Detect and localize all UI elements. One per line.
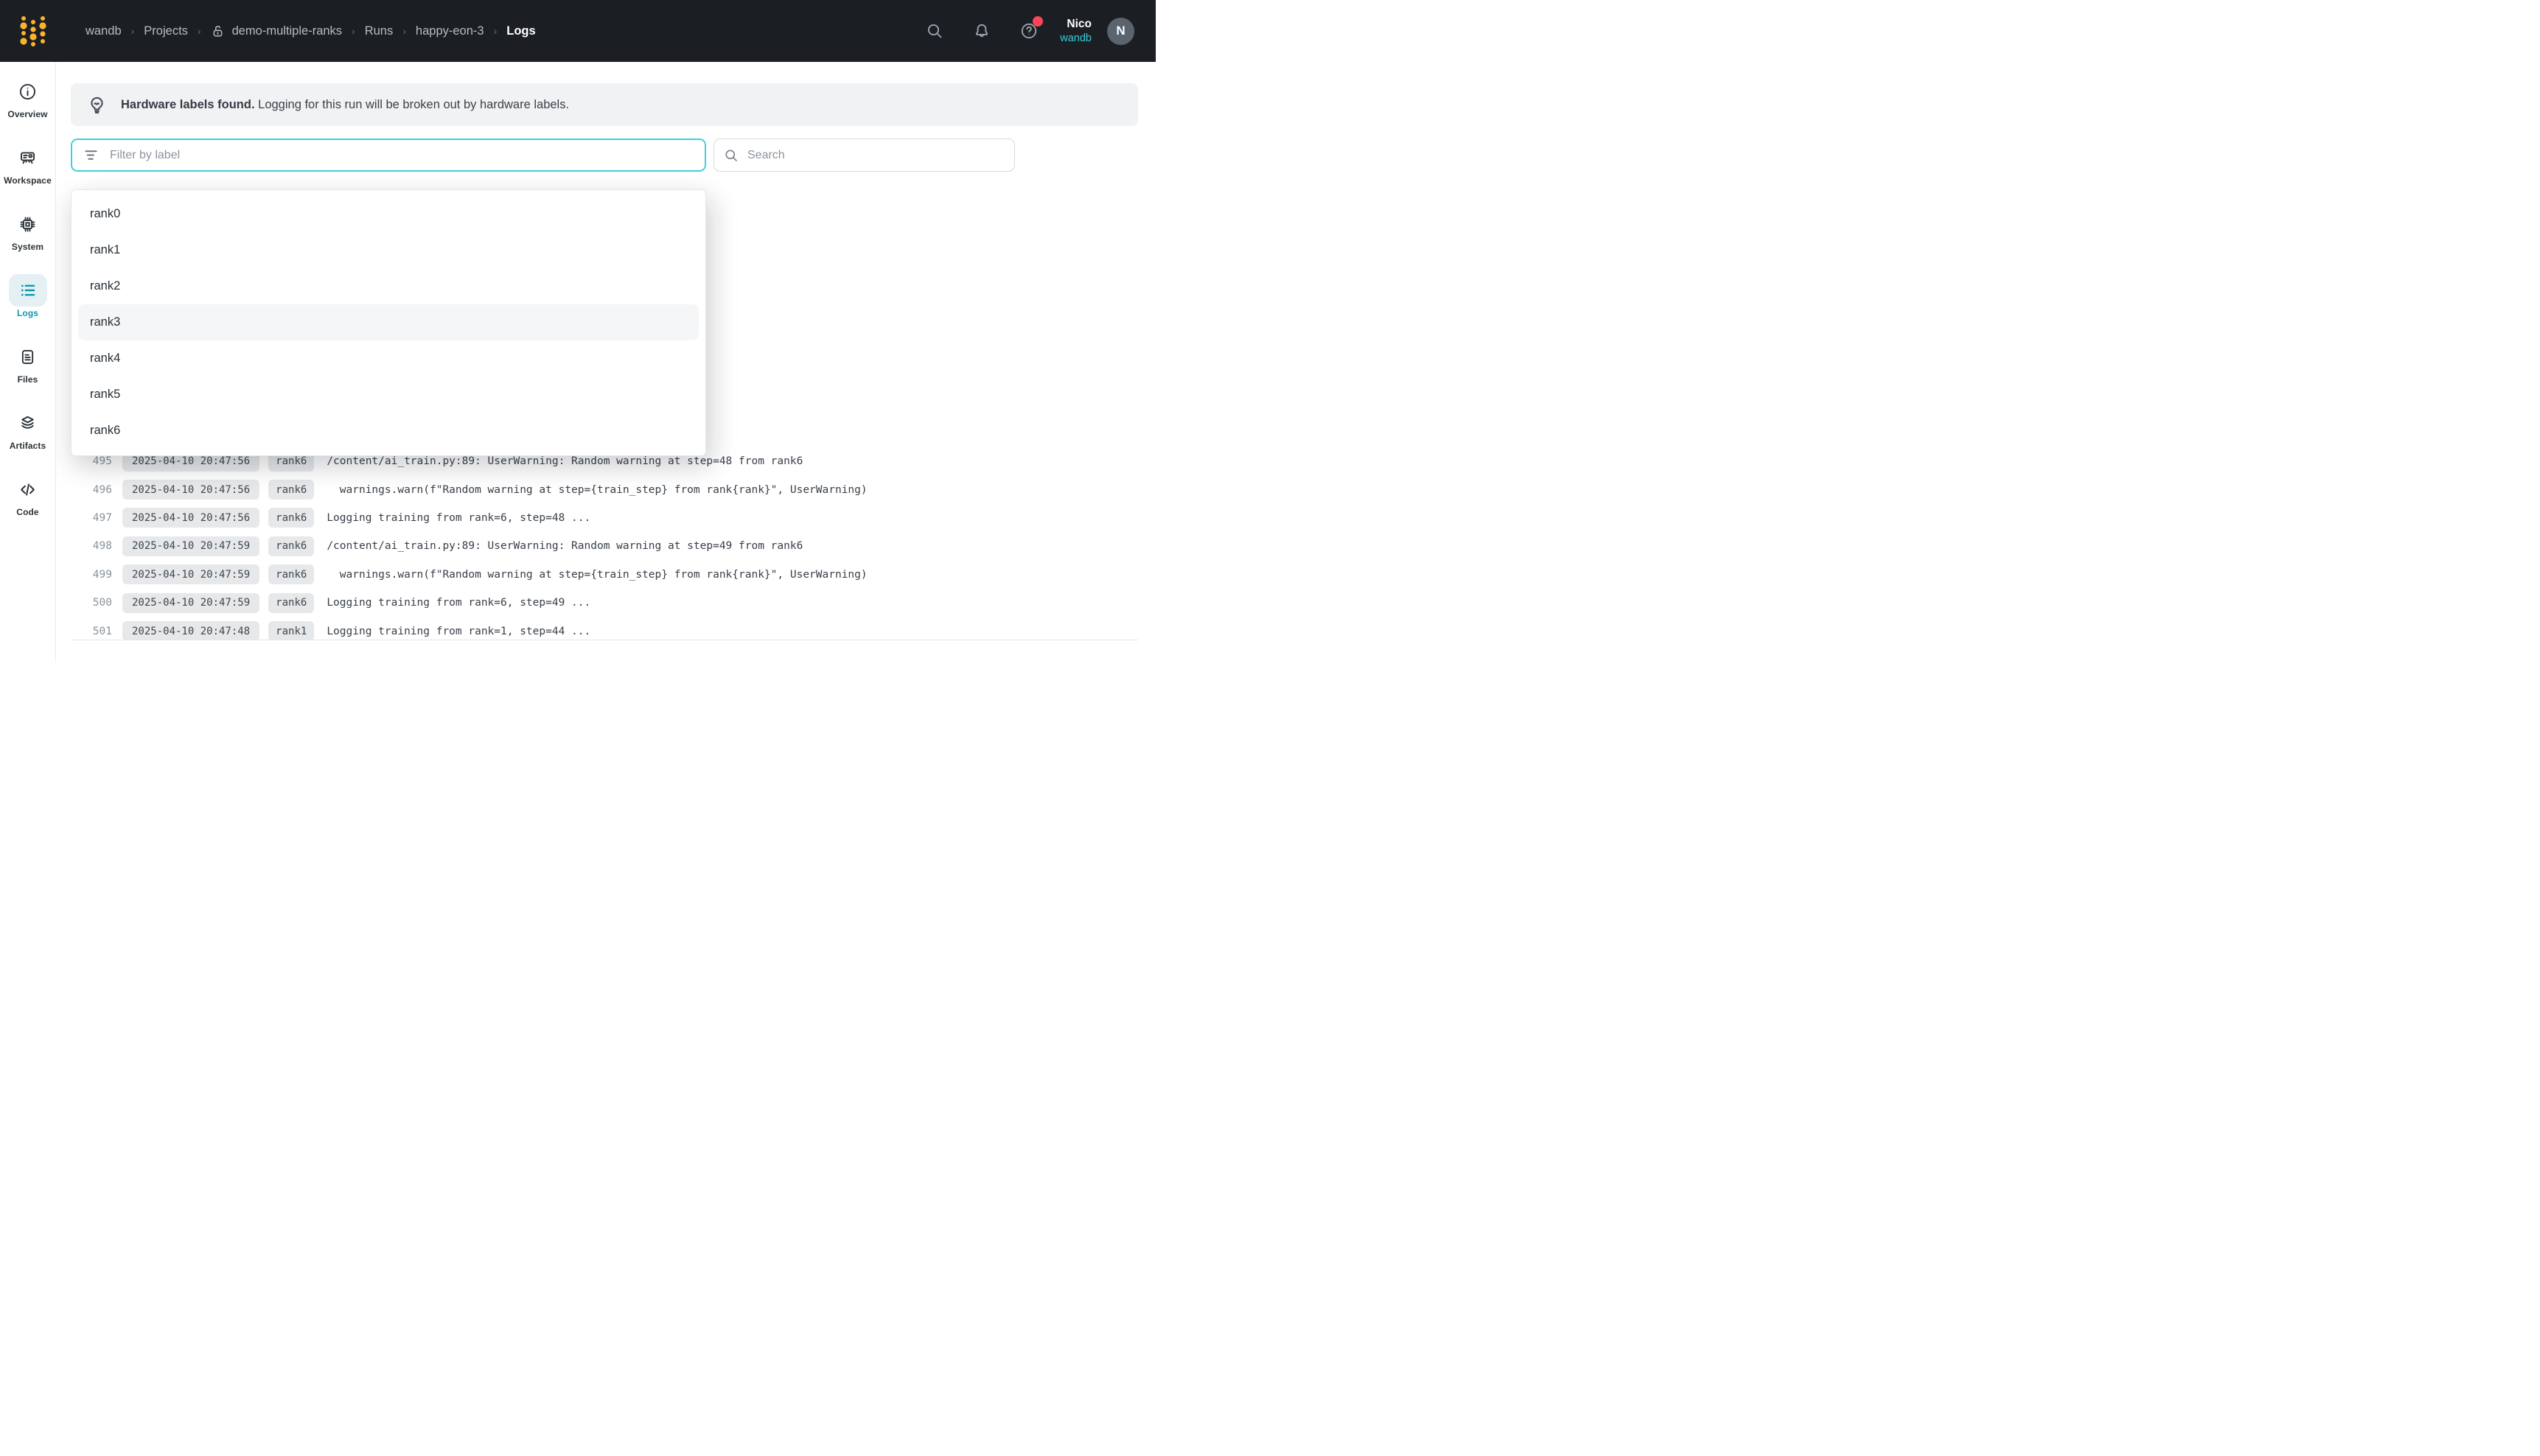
- log-line-number: 495: [71, 455, 112, 467]
- log-timestamp-chip: 2025-04-10 20:47:56: [122, 508, 259, 528]
- label-filter-dropdown: rank0 rank1 rank2 rank3 rank4 rank5 rank…: [71, 189, 706, 456]
- log-line-number: 496: [71, 484, 112, 496]
- dropdown-option-rank6[interactable]: rank6: [78, 413, 699, 449]
- logs-main-content: Hardware labels found. Logging for this …: [56, 62, 1156, 662]
- sidebar-item-files[interactable]: Files: [0, 340, 55, 393]
- document-icon: [9, 340, 47, 373]
- log-search-input[interactable]: [747, 149, 1005, 162]
- hardware-labels-banner: Hardware labels found. Logging for this …: [71, 83, 1138, 126]
- sidebar-item-overview[interactable]: Overview: [0, 75, 55, 128]
- top-bar: wandb › Projects › demo-multiple-ranks ›…: [0, 0, 1156, 62]
- log-row[interactable]: 499 2025-04-10 20:47:59 rank6 warnings.w…: [71, 561, 1138, 589]
- breadcrumb: wandb › Projects › demo-multiple-ranks ›…: [86, 24, 536, 38]
- log-message: Logging training from rank=6, step=49 ..…: [327, 597, 590, 609]
- log-search-box: [713, 139, 1015, 172]
- log-timestamp-chip: 2025-04-10 20:47:59: [122, 564, 259, 584]
- breadcrumb-separator: ›: [402, 25, 406, 37]
- sidebar-item-system[interactable]: System: [0, 208, 55, 261]
- log-message: Logging training from rank=1, step=44 ..…: [327, 626, 590, 637]
- breadcrumb-projects[interactable]: Projects: [144, 24, 188, 38]
- search-icon[interactable]: [926, 22, 943, 40]
- breadcrumb-entity[interactable]: wandb: [86, 24, 122, 38]
- workspace-board-icon: [9, 141, 47, 174]
- log-row[interactable]: 497 2025-04-10 20:47:56 rank6 Logging tr…: [71, 504, 1138, 532]
- log-line-number: 500: [71, 597, 112, 609]
- log-label-chip: rank6: [268, 564, 314, 584]
- breadcrumb-separator: ›: [494, 25, 498, 37]
- log-message: warnings.warn(f"Random warning at step={…: [327, 484, 867, 496]
- banner-message: Hardware labels found. Logging for this …: [121, 98, 569, 112]
- log-timestamp-chip: 2025-04-10 20:47:59: [122, 593, 259, 613]
- log-line-number: 497: [71, 512, 112, 524]
- log-message: Logging training from rank=6, step=48 ..…: [327, 512, 590, 524]
- sidebar-item-artifacts[interactable]: Artifacts: [0, 407, 55, 460]
- filter-lines-icon: [83, 147, 99, 163]
- filter-by-label-input[interactable]: [110, 149, 694, 162]
- sidebar-item-code[interactable]: Code: [0, 473, 55, 526]
- dropdown-option-rank0[interactable]: rank0: [78, 196, 699, 232]
- breadcrumb-separator: ›: [131, 25, 135, 37]
- breadcrumb-project[interactable]: demo-multiple-ranks: [232, 24, 342, 38]
- help-notification-dot: [1033, 16, 1043, 27]
- lightbulb-icon: [87, 95, 107, 115]
- dropdown-option-rank4[interactable]: rank4: [78, 340, 699, 377]
- log-timestamp-chip: 2025-04-10 20:47:48: [122, 621, 259, 640]
- avatar[interactable]: N: [1107, 18, 1134, 45]
- log-row[interactable]: 496 2025-04-10 20:47:56 rank6 warnings.w…: [71, 475, 1138, 503]
- filter-by-label-box: [71, 139, 706, 172]
- log-timestamp-chip: 2025-04-10 20:47:56: [122, 480, 259, 500]
- user-name: Nico: [1060, 17, 1092, 31]
- log-label-chip: rank6: [268, 536, 314, 556]
- dropdown-option-rank3[interactable]: rank3: [78, 304, 699, 340]
- dropdown-option-rank5[interactable]: rank5: [78, 377, 699, 413]
- log-label-chip: rank1: [268, 621, 314, 640]
- list-lines-icon: [9, 274, 47, 307]
- breadcrumb-runs[interactable]: Runs: [365, 24, 394, 38]
- banner-body: Logging for this run will be broken out …: [258, 98, 569, 111]
- code-brackets-icon: [9, 473, 47, 505]
- log-row[interactable]: 498 2025-04-10 20:47:59 rank6 /content/a…: [71, 532, 1138, 560]
- log-line-number: 501: [71, 626, 112, 637]
- log-label-chip: rank6: [268, 508, 314, 528]
- user-org: wandb: [1060, 32, 1092, 45]
- log-controls: [71, 139, 1138, 172]
- log-line-number: 498: [71, 540, 112, 552]
- log-label-chip: rank6: [268, 480, 314, 500]
- layers-icon: [9, 407, 47, 439]
- sidebar-item-workspace[interactable]: Workspace: [0, 141, 55, 195]
- cpu-chip-icon: [9, 208, 47, 240]
- dropdown-option-rank1[interactable]: rank1: [78, 232, 699, 268]
- breadcrumb-separator: ›: [352, 25, 355, 37]
- help-button[interactable]: [1020, 22, 1038, 40]
- unlocked-padlock-icon: [211, 24, 225, 38]
- log-message: /content/ai_train.py:89: UserWarning: Ra…: [327, 540, 803, 552]
- wandb-run-logs-page: wandb › Projects › demo-multiple-ranks ›…: [0, 0, 1156, 662]
- user-menu[interactable]: Nico wandb: [1060, 17, 1092, 45]
- topbar-actions: Nico wandb N: [896, 17, 1134, 45]
- run-sidebar: Overview Workspace: [0, 62, 56, 662]
- dropdown-option-rank2[interactable]: rank2: [78, 268, 699, 304]
- breadcrumb-logs-current[interactable]: Logs: [506, 24, 535, 38]
- log-message: warnings.warn(f"Random warning at step={…: [327, 569, 867, 581]
- log-label-chip: rank6: [268, 593, 314, 613]
- breadcrumb-separator: ›: [198, 25, 201, 37]
- log-message: /content/ai_train.py:89: UserWarning: Ra…: [327, 455, 803, 467]
- log-line-number: 499: [71, 569, 112, 581]
- search-icon: [724, 148, 739, 163]
- breadcrumb-run-name[interactable]: happy-eon-3: [416, 24, 484, 38]
- log-timestamp-chip: 2025-04-10 20:47:59: [122, 536, 259, 556]
- wandb-logo-icon[interactable]: [20, 13, 46, 49]
- notifications-bell-icon[interactable]: [973, 22, 991, 40]
- log-output-panel[interactable]: 495 2025-04-10 20:47:56 rank6 /content/a…: [71, 447, 1138, 640]
- sidebar-item-logs[interactable]: Logs: [0, 274, 55, 327]
- log-row[interactable]: 501 2025-04-10 20:47:48 rank1 Logging tr…: [71, 617, 1138, 640]
- banner-title: Hardware labels found.: [121, 98, 255, 111]
- log-row[interactable]: 500 2025-04-10 20:47:59 rank6 Logging tr…: [71, 589, 1138, 617]
- info-circle-icon: [9, 75, 47, 108]
